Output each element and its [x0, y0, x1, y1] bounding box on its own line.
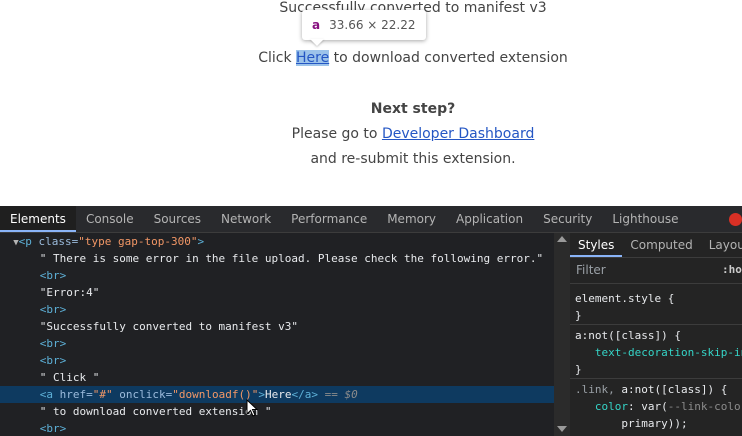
- tab-performance[interactable]: Performance: [281, 206, 377, 232]
- scroll-down-arrow-icon[interactable]: [557, 426, 567, 432]
- styles-pane: Styles Computed Layout :hov element.styl…: [570, 233, 742, 436]
- dom-tree-scrollbar[interactable]: [554, 233, 570, 436]
- dashboard-line: Please go to Developer Dashboard: [291, 126, 535, 142]
- next-step-heading: Next step?: [370, 101, 456, 117]
- tab-security[interactable]: Security: [533, 206, 602, 232]
- hover-state-toggle[interactable]: :hov: [722, 263, 742, 276]
- tooltip-arrow: [310, 39, 324, 46]
- tooltip-tag: a: [312, 18, 321, 32]
- tab-lighthouse[interactable]: Lighthouse: [602, 206, 688, 232]
- devtools-panel: Elements Console Sources Network Perform…: [0, 206, 742, 436]
- styles-filter-input[interactable]: [572, 262, 720, 278]
- tab-application[interactable]: Application: [446, 206, 533, 232]
- styles-filter-bar: :hov: [570, 259, 742, 284]
- dom-row-br[interactable]: <br>: [0, 352, 554, 369]
- tab-console[interactable]: Console: [76, 206, 144, 232]
- tab-computed[interactable]: Computed: [622, 233, 700, 257]
- tab-memory[interactable]: Memory: [377, 206, 446, 232]
- mouse-pointer-icon: [246, 399, 259, 417]
- scroll-up-arrow-icon[interactable]: [557, 236, 567, 242]
- dom-row-text[interactable]: "Successfully converted to manifest v3": [0, 318, 554, 335]
- styles-tabbar: Styles Computed Layout: [570, 233, 742, 258]
- dom-row-text[interactable]: "Error:4": [0, 284, 554, 301]
- tab-elements[interactable]: Elements: [0, 206, 76, 232]
- webpage-viewport: Successfully converted to manifest v3 Cl…: [0, 0, 742, 206]
- tab-network[interactable]: Network: [211, 206, 281, 232]
- rule-link-color[interactable]: .link, a:not([class]) { color: var(--lin…: [570, 381, 742, 436]
- dom-row-p[interactable]: ▼<p class="type gap-top-300">: [0, 233, 554, 250]
- dom-tree[interactable]: ▼<p class="type gap-top-300"> " There is…: [0, 233, 554, 436]
- tooltip-size: 33.66 × 22.22: [329, 18, 416, 32]
- rule-element-style[interactable]: element.style { }: [570, 290, 742, 325]
- dom-row-anchor-selected[interactable]: <a href="#" onclick="downloadf()">Here</…: [0, 386, 554, 403]
- dom-row-br[interactable]: <br>: [0, 420, 554, 436]
- dom-row-text[interactable]: " There is some error in the file upload…: [0, 250, 554, 267]
- dom-row-br[interactable]: <br>: [0, 335, 554, 352]
- inspect-tooltip: a 33.66 × 22.22: [302, 10, 426, 40]
- dom-row-br[interactable]: <br>: [0, 267, 554, 284]
- download-line: Click Here to download converted extensi…: [258, 50, 568, 66]
- developer-dashboard-link[interactable]: Developer Dashboard: [382, 126, 534, 142]
- resubmit-line: and re-submit this extension.: [310, 151, 516, 167]
- dom-row-text[interactable]: " to download converted extension ": [0, 403, 554, 420]
- rule-a-not-class[interactable]: a:not([class]) { text-decoration-skip-in…: [570, 327, 742, 379]
- tab-sources[interactable]: Sources: [144, 206, 211, 232]
- dom-row-text[interactable]: " Click ": [0, 369, 554, 386]
- tab-layout[interactable]: Layout: [701, 233, 742, 257]
- dom-row-br[interactable]: <br>: [0, 301, 554, 318]
- tab-styles[interactable]: Styles: [570, 233, 622, 257]
- error-badge-icon[interactable]: [729, 213, 742, 226]
- download-here-link[interactable]: Here: [296, 50, 330, 66]
- devtools-tabbar: Elements Console Sources Network Perform…: [0, 206, 742, 233]
